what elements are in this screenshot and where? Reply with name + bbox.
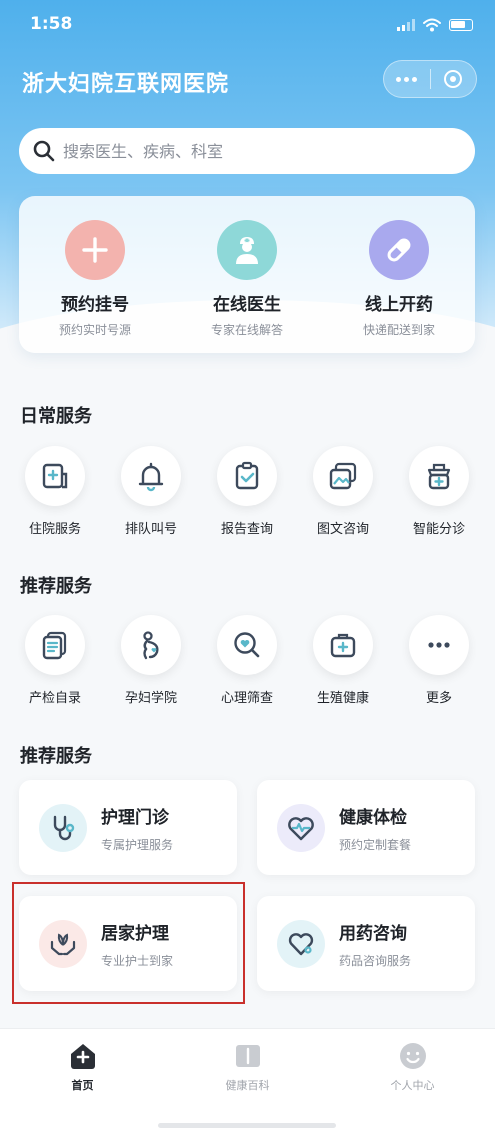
featured-card-nursing-clinic[interactable]: 护理门诊 专属护理服务 <box>19 780 237 875</box>
quick-action-appointment[interactable]: 预约挂号 预约实时号源 <box>25 220 165 353</box>
featured-card-title: 健康体检 <box>339 807 407 828</box>
home-indicator <box>158 1123 336 1128</box>
heart-stethoscope-icon <box>277 919 325 968</box>
book-icon <box>235 1045 260 1067</box>
quick-action-name: 在线医生 <box>213 295 281 315</box>
service-prenatal-record[interactable]: 产检自录 <box>7 615 103 706</box>
home-icon <box>70 1044 95 1069</box>
featured-card-health-checkup[interactable]: 健康体检 预约定制套餐 <box>257 780 475 875</box>
service-label: 报告查询 <box>220 522 273 537</box>
tab-health-wiki[interactable]: 健康百科 <box>165 1029 330 1138</box>
search-icon <box>33 140 55 162</box>
quick-action-name: 线上开药 <box>365 295 433 315</box>
medical-kit-icon <box>313 615 373 675</box>
search-input[interactable] <box>63 141 443 161</box>
service-label: 住院服务 <box>28 522 81 537</box>
plus-icon <box>65 220 125 280</box>
doctor-icon <box>217 220 277 280</box>
quick-action-online-doctor[interactable]: 在线医生 专家在线解答 <box>177 220 317 353</box>
pregnant-icon <box>121 615 181 675</box>
featured-card-title: 用药咨询 <box>339 923 407 944</box>
search-bar[interactable] <box>19 128 475 174</box>
heart-search-icon <box>217 615 277 675</box>
recommend-services-grid: 产检自录 孕妇学院 心理筛查 生殖健康 更多 <box>7 615 488 706</box>
service-report[interactable]: 报告查询 <box>199 446 295 537</box>
service-label: 心理筛查 <box>220 691 273 706</box>
target-icon <box>444 70 463 88</box>
service-image-consult[interactable]: 图文咨询 <box>295 446 391 537</box>
service-label: 生殖健康 <box>316 691 369 706</box>
highlight-box <box>12 882 245 1004</box>
service-label: 排队叫号 <box>124 522 177 537</box>
tab-label: 健康百科 <box>225 1079 270 1092</box>
quick-action-sub: 预约实时号源 <box>58 323 131 337</box>
service-label: 更多 <box>425 691 452 706</box>
featured-card-medication-consult[interactable]: 用药咨询 药品咨询服务 <box>257 896 475 991</box>
service-queue[interactable]: 排队叫号 <box>103 446 199 537</box>
pill-icon <box>369 220 429 280</box>
status-bar: 1:58 <box>0 0 495 48</box>
battery-icon <box>449 19 473 31</box>
tab-label: 个人中心 <box>390 1079 435 1092</box>
quick-action-sub: 专家在线解答 <box>210 323 283 337</box>
featured-card-subtitle: 专属护理服务 <box>101 837 174 852</box>
tab-home[interactable]: 首页 <box>0 1029 165 1138</box>
image-chat-icon <box>313 446 373 506</box>
daily-services-grid: 住院服务 排队叫号 报告查询 图文咨询 智能分诊 <box>7 446 488 537</box>
service-more[interactable]: 更多 <box>391 615 487 706</box>
bell-icon <box>121 446 181 506</box>
user-face-icon <box>399 1043 426 1069</box>
service-psych-screening[interactable]: 心理筛查 <box>199 615 295 706</box>
clipboard-check-icon <box>217 446 277 506</box>
more-icon <box>409 615 469 675</box>
service-triage[interactable]: 智能分诊 <box>391 446 487 537</box>
status-time: 1:58 <box>30 14 73 34</box>
heartbeat-icon <box>277 803 325 852</box>
close-mini-program-button[interactable] <box>431 61 477 97</box>
tab-profile[interactable]: 个人中心 <box>330 1029 495 1138</box>
quick-action-prescription[interactable]: 线上开药 快递配送到家 <box>329 220 469 353</box>
service-label: 智能分诊 <box>412 522 465 537</box>
signal-icon <box>397 19 415 31</box>
service-label: 孕妇学院 <box>124 691 177 706</box>
section-title-daily: 日常服务 <box>20 406 92 427</box>
mini-program-capsule <box>383 60 477 98</box>
section-title-featured: 推荐服务 <box>20 746 92 767</box>
robot-icon <box>409 446 469 506</box>
hospital-bed-icon <box>25 446 85 506</box>
featured-card-subtitle: 预约定制套餐 <box>339 837 412 852</box>
service-label: 图文咨询 <box>316 522 369 537</box>
quick-action-sub: 快递配送到家 <box>362 323 435 337</box>
page-title: 浙大妇院互联网医院 <box>22 72 230 97</box>
more-dots-icon <box>396 76 418 82</box>
section-title-recommend: 推荐服务 <box>20 576 92 597</box>
tab-bar: 首页 健康百科 个人中心 <box>0 1028 495 1138</box>
service-reproductive-health[interactable]: 生殖健康 <box>295 615 391 706</box>
service-inpatient[interactable]: 住院服务 <box>7 446 103 537</box>
wifi-icon <box>423 18 441 32</box>
more-menu-button[interactable] <box>384 61 430 97</box>
notebook-icon <box>25 615 85 675</box>
quick-action-name: 预约挂号 <box>61 295 129 315</box>
stethoscope-icon <box>39 803 87 852</box>
tab-label: 首页 <box>71 1079 94 1092</box>
service-label: 产检自录 <box>28 691 81 706</box>
featured-card-title: 护理门诊 <box>101 807 169 828</box>
featured-card-subtitle: 药品咨询服务 <box>339 953 412 968</box>
quick-actions-card: 预约挂号 预约实时号源 在线医生 专家在线解答 线上开药 快递配送到家 <box>19 196 475 353</box>
service-maternity-school[interactable]: 孕妇学院 <box>103 615 199 706</box>
